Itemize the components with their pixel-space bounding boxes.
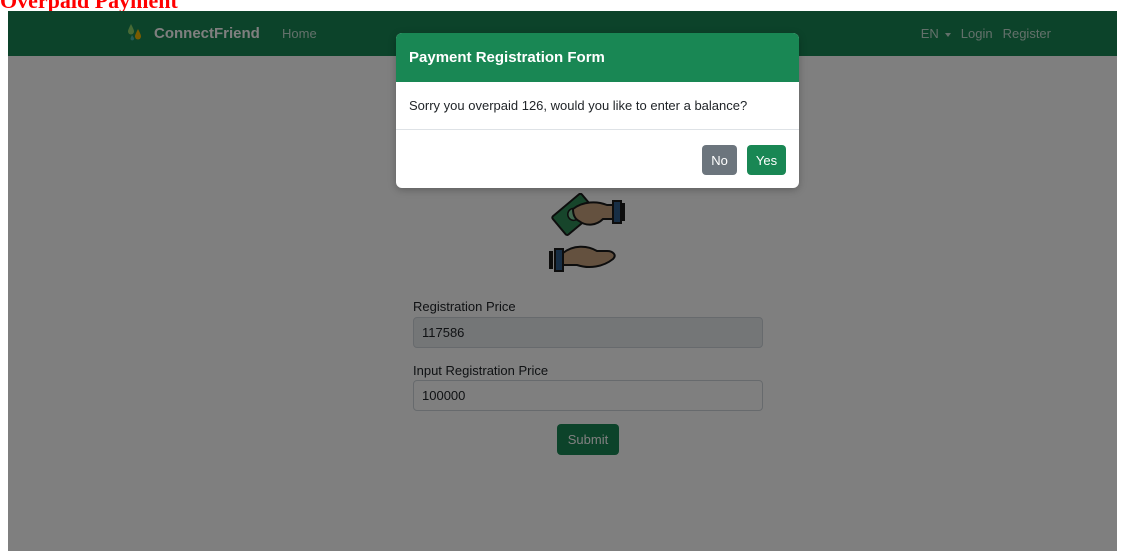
no-button[interactable]: No — [702, 145, 737, 175]
modal-footer: No Yes — [396, 130, 799, 188]
page-caption: Overpaid Payment — [0, 0, 178, 13]
modal-title: Payment Registration Form — [396, 33, 799, 82]
app-window: ConnectFriend Home EN Login Register — [8, 11, 1117, 551]
payment-modal: Payment Registration Form Sorry you over… — [396, 33, 799, 188]
yes-button[interactable]: Yes — [747, 145, 786, 175]
modal-message: Sorry you overpaid 126, would you like t… — [396, 82, 799, 130]
